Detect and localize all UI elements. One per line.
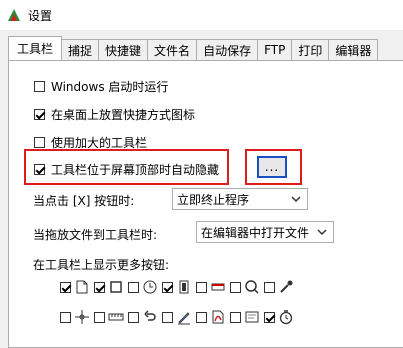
drop-action-label: 当拖放文件到工具栏时: [33, 228, 158, 242]
toolbar-button-new[interactable] [60, 277, 94, 297]
eyedropper-button-checkbox[interactable] [264, 281, 275, 293]
toolbar-button-timer[interactable] [264, 307, 298, 327]
option-auto-hide[interactable]: 工具栏位于屏幕顶部时自动隐藏 [34, 161, 219, 178]
toolbar-button-grid [60, 277, 298, 337]
tab-strip: 工具栏 捕捉 快捷键 文件名 自动保存 FTP 打印 编辑器 [8, 36, 403, 60]
sticky-note-icon [245, 311, 259, 323]
large-toolbar-checkbox[interactable] [34, 137, 45, 148]
film-button-checkbox[interactable] [162, 281, 173, 293]
tab-toolbar[interactable]: 工具栏 [8, 36, 63, 60]
magnifier-button-checkbox[interactable] [230, 281, 241, 293]
option-desktop-shortcut[interactable]: 在桌面上放置快捷方式图标 [34, 106, 195, 123]
toolbar-button-window[interactable] [196, 277, 230, 297]
tab-editor[interactable]: 编辑器 [328, 39, 379, 60]
auto-hide-checkbox[interactable] [34, 164, 45, 175]
desktop-shortcut-label: 在桌面上放置快捷方式图标 [51, 108, 196, 122]
window-button-checkbox[interactable] [196, 281, 207, 293]
toolbar-button-rectangle[interactable] [94, 277, 128, 297]
toolbar-button-edit[interactable] [162, 307, 196, 327]
magnifier-icon [245, 280, 259, 294]
click-action-label: 当点击 [X] 按钮时: [33, 194, 135, 208]
toolbar-button-ruler[interactable] [94, 307, 128, 327]
edit-button-checkbox[interactable] [162, 311, 173, 323]
toolbar-button-crosshair[interactable] [60, 307, 94, 327]
pdf-button-checkbox[interactable] [196, 311, 207, 323]
timer-button-checkbox[interactable] [264, 311, 275, 323]
new-icon [76, 280, 88, 294]
toolbar-button-film[interactable] [162, 277, 196, 297]
ruler-icon [108, 313, 124, 321]
toolbar-button-row [60, 277, 298, 297]
eyedropper-icon [280, 280, 293, 293]
click-action-select[interactable]: 立即终止程序 [172, 188, 308, 210]
toolbar-button-undo[interactable] [128, 307, 162, 327]
title-bar: 设置 [0, 0, 403, 30]
rectangle-icon [110, 281, 122, 293]
drop-action-select[interactable]: 在编辑器中打开文件 [196, 221, 334, 243]
window-icon [211, 283, 225, 291]
app-logo-icon [8, 9, 20, 21]
clock-icon [143, 280, 157, 294]
tab-shortcuts[interactable]: 快捷键 [98, 39, 149, 60]
chevron-down-icon [317, 229, 327, 236]
desktop-shortcut-checkbox[interactable] [34, 109, 45, 120]
tab-ftp[interactable]: FTP [257, 39, 293, 60]
new-button-checkbox[interactable] [60, 281, 71, 293]
toolbar-button-clock[interactable] [128, 277, 162, 297]
window-title: 设置 [28, 8, 53, 23]
drop-action-value: 在编辑器中打开文件 [201, 225, 310, 240]
windows-startup-label: Windows 启动时运行 [51, 80, 169, 94]
toolbar-button-eyedropper[interactable] [264, 277, 298, 297]
option-windows-startup[interactable]: Windows 启动时运行 [34, 78, 168, 95]
edit-icon [178, 312, 190, 325]
timer-icon [279, 310, 293, 325]
pdf-icon [212, 310, 224, 324]
clock-button-checkbox[interactable] [128, 281, 139, 293]
tab-print[interactable]: 打印 [291, 39, 330, 60]
windows-startup-checkbox[interactable] [34, 81, 45, 92]
toolbar-button-pdf[interactable] [196, 307, 230, 327]
auto-hide-label: 工具栏位于屏幕顶部时自动隐藏 [51, 163, 220, 177]
ruler-button-checkbox[interactable] [94, 311, 105, 323]
undo-button-checkbox[interactable] [128, 311, 139, 323]
tab-capture[interactable]: 捕捉 [61, 39, 100, 60]
tab-filename[interactable]: 文件名 [147, 39, 198, 60]
toolbar-button-magnifier[interactable] [230, 277, 264, 297]
chevron-down-icon [291, 196, 301, 203]
crosshair-icon [75, 310, 89, 324]
undo-icon [144, 310, 156, 321]
film-icon [179, 280, 189, 294]
auto-hide-settings-button[interactable]: ... [257, 156, 287, 178]
sticky-note-button-checkbox[interactable] [230, 311, 241, 323]
toolbar-button-sticky-note[interactable] [230, 307, 264, 327]
rectangle-button-checkbox[interactable] [94, 281, 105, 293]
click-action-value: 立即终止程序 [177, 192, 250, 207]
tab-autosave[interactable]: 自动保存 [196, 39, 259, 60]
more-buttons-label: 在工具栏上显示更多按钮: [33, 258, 170, 272]
crosshair-button-checkbox[interactable] [60, 311, 71, 323]
toolbar-button-row [60, 307, 298, 327]
